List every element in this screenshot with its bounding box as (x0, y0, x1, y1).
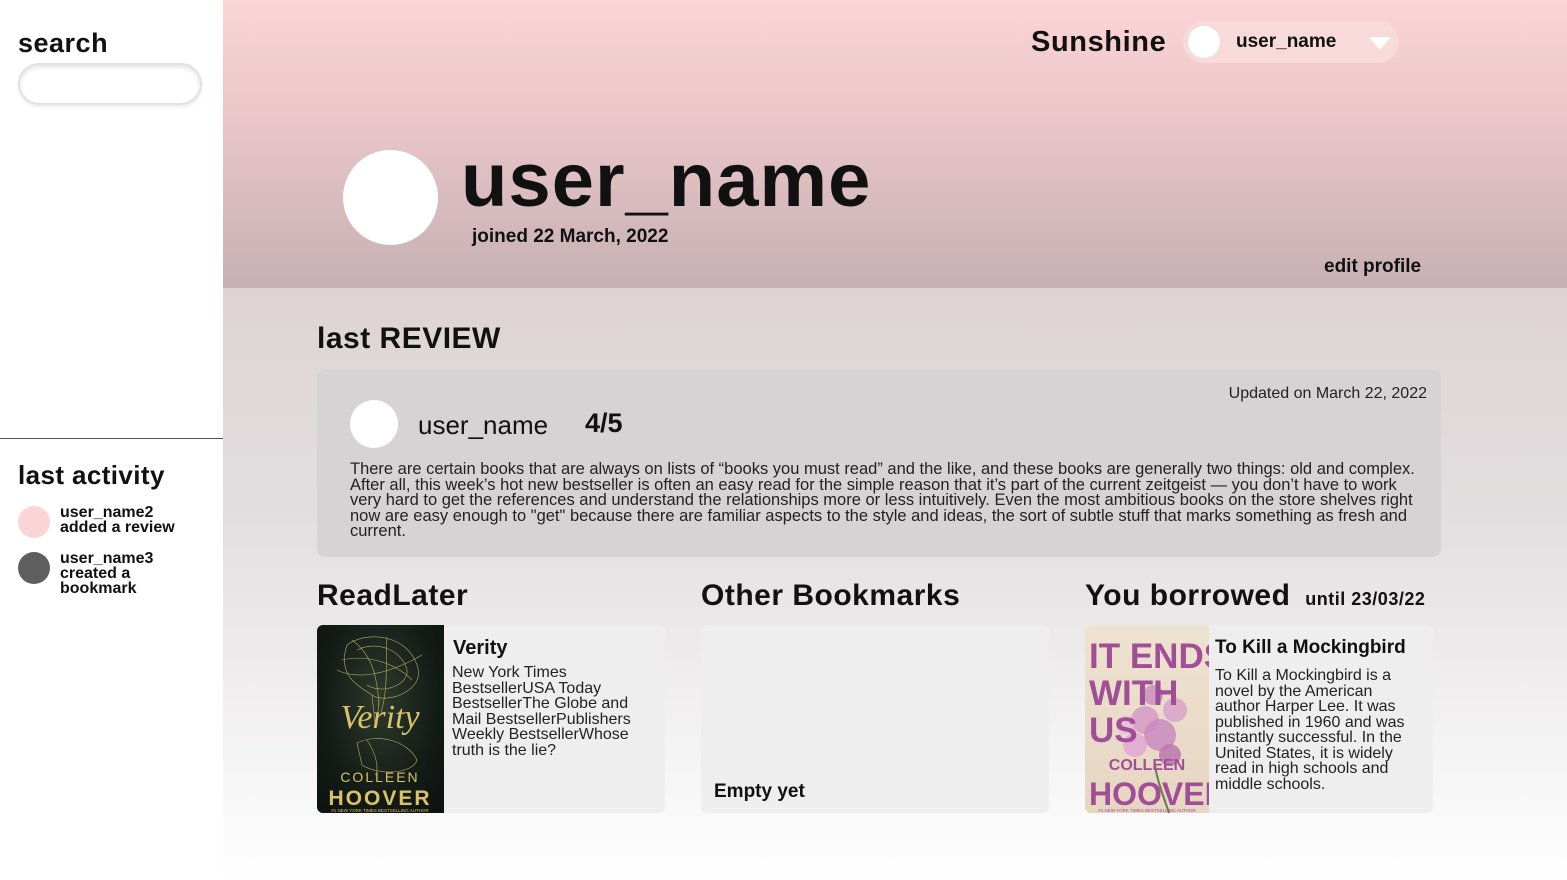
activity-user: user_name2 (60, 504, 154, 521)
cover-author-text: HOOVER (1089, 776, 1209, 812)
activity-item[interactable]: user_name3 created a bookmark (18, 550, 190, 597)
joined-date: joined 22 March, 2022 (472, 226, 669, 247)
read-later-card[interactable]: Verity COLLEEN HOOVER #1 NEW YORK TIMES … (317, 625, 665, 813)
account-avatar (1188, 26, 1220, 58)
cover-author-text: HOOVER (328, 787, 431, 810)
brand-logo[interactable]: Sunshine (1031, 26, 1166, 59)
cover-author-text: COLLEEN (1109, 757, 1185, 774)
verity-cover-image[interactable]: Verity COLLEEN HOOVER #1 NEW YORK TIMES … (317, 625, 444, 813)
borrowed-until: until 23/03/22 (1305, 589, 1426, 609)
activity-avatar (18, 552, 50, 584)
chevron-down-icon[interactable] (1369, 37, 1391, 50)
review-card[interactable]: Updated on March 22, 2022 user_name 4/5 … (317, 370, 1441, 557)
activity-user: user_name3 (60, 550, 154, 567)
profile-name: user_name (461, 138, 872, 223)
it-ends-with-us-cover-image[interactable]: IT ENDS WITH US COLLEEN HOOVER #1 NEW YO… (1085, 625, 1209, 813)
cover-title-text: WITH (1089, 674, 1178, 713)
sidebar-divider (0, 438, 223, 439)
cover-title-text: Verity (340, 699, 420, 736)
last-review-title: last REVIEW (317, 322, 501, 355)
book-description: To Kill a Mockingbird is a novel by the … (1215, 667, 1405, 793)
review-updated-date: Updated on March 22, 2022 (1228, 385, 1427, 402)
other-bookmarks-title: Other Bookmarks (701, 579, 961, 612)
book-description: New York Times BestsellerUSA Today Bests… (452, 664, 631, 759)
account-name: user_name (1236, 31, 1337, 52)
activity-avatar (18, 506, 50, 538)
book-title[interactable]: To Kill a Mockingbird (1215, 637, 1406, 659)
activity-item[interactable]: user_name2 added a review (18, 505, 190, 538)
activity-action: added a review (60, 519, 175, 536)
last-activity-title: last activity (18, 460, 165, 490)
search-input[interactable] (18, 63, 202, 105)
cover-author-text: COLLEEN (340, 769, 419, 785)
empty-state-text: Empty yet (714, 781, 805, 802)
activity-text: user_name2 added a review (60, 504, 190, 536)
borrowed-title-text: You borrowed (1085, 579, 1291, 612)
review-avatar (350, 400, 398, 448)
activity-action: created a (60, 565, 131, 582)
review-text: There are certain books that are always … (350, 460, 1415, 540)
borrowed-card[interactable]: IT ENDS WITH US COLLEEN HOOVER #1 NEW YO… (1085, 625, 1433, 813)
profile-header: Sunshine user_name user_name joined 22 M… (223, 0, 1567, 288)
profile-avatar (343, 150, 438, 245)
activity-action: bookmark (60, 580, 137, 597)
cover-title-text: US (1089, 711, 1138, 750)
review-user: user_name (418, 410, 549, 440)
read-later-title: ReadLater (317, 579, 469, 612)
cover-banner-text: #1 NEW YORK TIMES BESTSELLING AUTHOR (331, 808, 429, 813)
review-rating: 4/5 (585, 408, 623, 438)
borrowed-title: You borrowed until 23/03/22 (1085, 579, 1425, 613)
cover-title-text: IT ENDS (1089, 637, 1209, 676)
main-content: Sunshine user_name user_name joined 22 M… (223, 0, 1567, 880)
activity-text: user_name3 created a bookmark (60, 550, 190, 597)
sidebar: search last activity user_name2 added a … (0, 0, 223, 880)
search-label: search (18, 28, 109, 58)
account-menu[interactable]: user_name (1183, 21, 1399, 63)
edit-profile-link[interactable]: edit profile (1324, 256, 1421, 278)
book-title[interactable]: Verity (453, 637, 507, 660)
other-bookmarks-card: Empty yet (701, 625, 1049, 813)
cover-banner-text: #1 NEW YORK TIMES BESTSELLING AUTHOR (1098, 808, 1196, 813)
